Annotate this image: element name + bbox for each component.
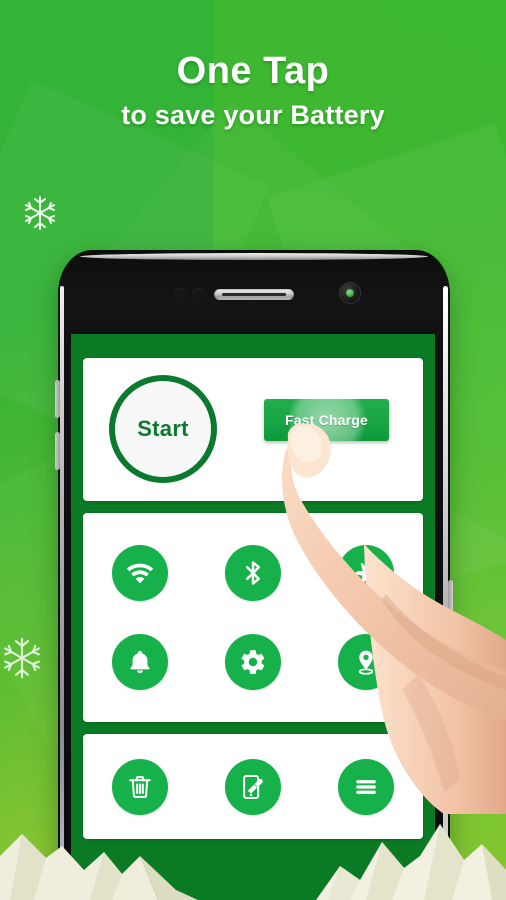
phone-brush-icon [239, 773, 267, 801]
wifi-toggle[interactable] [111, 545, 168, 602]
light-sensor-icon [192, 288, 205, 301]
phone-top-bezel [58, 250, 450, 334]
volume-down-button[interactable] [55, 432, 60, 470]
hand-tapping-pointer [268, 424, 506, 814]
phone-rim-top [80, 253, 428, 260]
gear-icon [239, 648, 267, 676]
bell-icon [126, 648, 154, 676]
volume-up-button[interactable] [55, 380, 60, 418]
headline: One Tap to save your Battery [0, 50, 506, 130]
headline-line-2: to save your Battery [121, 99, 385, 130]
trash-icon [126, 773, 154, 801]
snowflake-icon [0, 634, 46, 682]
proximity-sensor-icon [174, 288, 187, 301]
start-button-label: Start [137, 416, 189, 441]
snowflake-icon [20, 193, 60, 233]
bluetooth-icon [239, 559, 267, 587]
snow-mountains [0, 804, 506, 900]
notification-toggle[interactable] [111, 633, 168, 690]
front-camera-icon [340, 283, 360, 303]
earpiece-speaker-icon [214, 289, 294, 300]
wifi-icon [125, 558, 155, 588]
screenshot-stage: One Tap to save your Battery Start Fast … [0, 0, 506, 900]
start-button[interactable]: Start [109, 375, 217, 483]
headline-line-1: One Tap [176, 50, 330, 92]
